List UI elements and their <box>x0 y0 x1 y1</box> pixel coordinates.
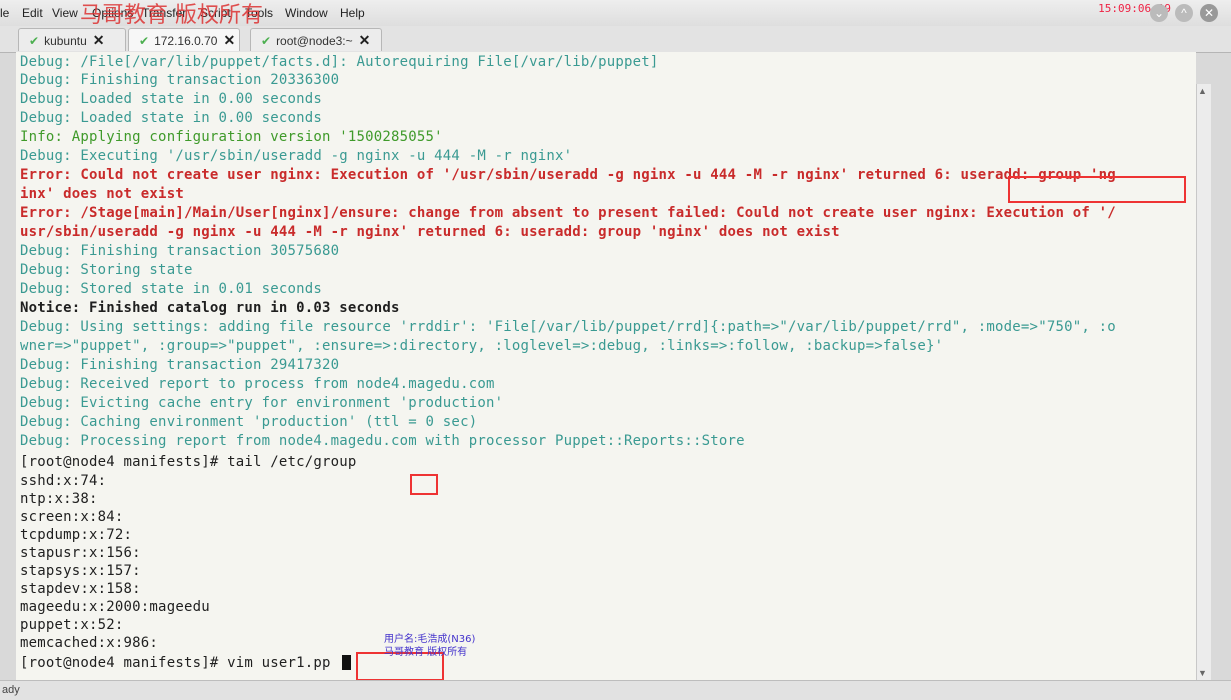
menu-file[interactable]: le <box>0 6 9 20</box>
terminal-line: Debug: Finishing transaction 20336300 <box>20 72 340 88</box>
terminal-line: Debug: Evicting cache entry for environm… <box>20 395 504 411</box>
minimize-icon[interactable]: ⌄ <box>1150 4 1168 22</box>
terminal-line: inx' does not exist <box>20 186 184 202</box>
tab-kubuntu[interactable]: ✔ kubuntu ✕ <box>18 28 126 51</box>
terminal-line: Error: /Stage[main]/Main/User[nginx]/ens… <box>20 205 1116 221</box>
terminal-line: sshd:x:74: <box>20 473 107 489</box>
annotation-box <box>1008 176 1186 203</box>
menu-edit[interactable]: Edit <box>22 6 43 20</box>
terminal-line: stapusr:x:156: <box>20 545 141 561</box>
menu-bar: le Edit View Options Transfer Script Too… <box>0 0 1231 28</box>
terminal-line: puppet:x:52: <box>20 617 124 633</box>
tab-172-16-0-70[interactable]: ✔ 172.16.0.70 ✕ <box>128 28 240 51</box>
terminal-output[interactable]: Debug: /File[/var/lib/puppet/facts.d]: A… <box>16 52 1196 680</box>
close-tab-icon[interactable]: ✕ <box>223 32 235 48</box>
terminal-line: Debug: Finishing transaction 30575680 <box>20 243 340 259</box>
terminal-line: Debug: Received report to process from n… <box>20 376 495 392</box>
terminal-line: screen:x:84: <box>20 509 124 525</box>
terminal-line: Debug: Using settings: adding file resou… <box>20 319 1116 335</box>
terminal-line: Debug: Caching environment 'production' … <box>20 414 478 430</box>
connected-check-icon: ✔ <box>29 34 40 48</box>
prompt-command: [root@node4 manifests]# vim user1.pp <box>20 655 340 671</box>
terminal-line: memcached:x:986: <box>20 635 159 651</box>
maximize-icon[interactable]: ^ <box>1175 4 1193 22</box>
menu-window[interactable]: Window <box>285 6 328 20</box>
terminal-line: Debug: Stored state in 0.01 seconds <box>20 281 323 297</box>
terminal-prompt-line[interactable]: [root@node4 manifests]# vim user1.pp <box>20 655 352 672</box>
copyright-watermark-label: 马哥教育 版权所有 <box>384 647 468 658</box>
session-tab-bar: ✔ kubuntu ✕ ✔ 172.16.0.70 ✕ ✔ root@node3:~ ✕ <box>0 26 1231 53</box>
connected-check-icon: ✔ <box>139 34 150 48</box>
menu-view[interactable]: View <box>52 6 78 20</box>
connected-check-icon: ✔ <box>261 34 272 48</box>
terminal-line: Debug: Finishing transaction 29417320 <box>20 357 340 373</box>
menu-help[interactable]: Help <box>340 6 365 20</box>
close-window-icon[interactable]: ✕ <box>1200 4 1218 22</box>
terminal-line: Debug: Storing state <box>20 262 193 278</box>
close-tab-icon[interactable]: ✕ <box>93 32 105 48</box>
terminal-scrollbar[interactable]: ▲ ▼ <box>1196 84 1211 680</box>
scroll-up-arrow-icon[interactable]: ▲ <box>1198 86 1207 96</box>
status-bar: ady <box>0 680 1231 700</box>
terminal-line: ntp:x:38: <box>20 491 98 507</box>
terminal-line: Info: Applying configuration version '15… <box>20 129 443 145</box>
terminal-line: Notice: Finished catalog run in 0.03 sec… <box>20 300 400 316</box>
tab-root-node3[interactable]: ✔ root@node3:~ ✕ <box>250 28 382 51</box>
terminal-line: Debug: Processing report from node4.mage… <box>20 433 745 449</box>
terminal-line: wner=>"puppet", :group=>"puppet", :ensur… <box>20 338 944 354</box>
status-text: ady <box>2 684 20 696</box>
scroll-down-arrow-icon[interactable]: ▼ <box>1198 668 1207 678</box>
close-tab-icon[interactable]: ✕ <box>359 32 371 48</box>
terminal-line: Error: Could not create user nginx: Exec… <box>20 167 1116 183</box>
terminal-line: Debug: Loaded state in 0.00 seconds <box>20 91 323 107</box>
terminal-line: stapsys:x:157: <box>20 563 141 579</box>
text-cursor <box>342 655 352 670</box>
terminal-line: Debug: Loaded state in 0.00 seconds <box>20 110 323 126</box>
terminal-line: Debug: /File[/var/lib/puppet/facts.d]: A… <box>20 54 659 70</box>
terminal-line: tcpdump:x:72: <box>20 527 133 543</box>
user-watermark-label: 用户名:毛浩成(N36) <box>384 634 476 645</box>
tab-label: kubuntu <box>44 34 87 48</box>
tab-label: root@node3:~ <box>276 34 353 48</box>
terminal-line: usr/sbin/useradd -g nginx -u 444 -M -r n… <box>20 224 840 240</box>
tab-label: 172.16.0.70 <box>154 34 218 48</box>
terminal-line: stapdev:x:158: <box>20 581 141 597</box>
terminal-line: [root@node4 manifests]# tail /etc/group <box>20 454 357 470</box>
annotation-box <box>410 474 438 495</box>
terminal-line: mageedu:x:2000:mageedu <box>20 599 210 615</box>
watermark-text: 马哥教育 版权所有 <box>80 3 263 28</box>
terminal-line: Debug: Executing '/usr/sbin/useradd -g n… <box>20 148 573 164</box>
